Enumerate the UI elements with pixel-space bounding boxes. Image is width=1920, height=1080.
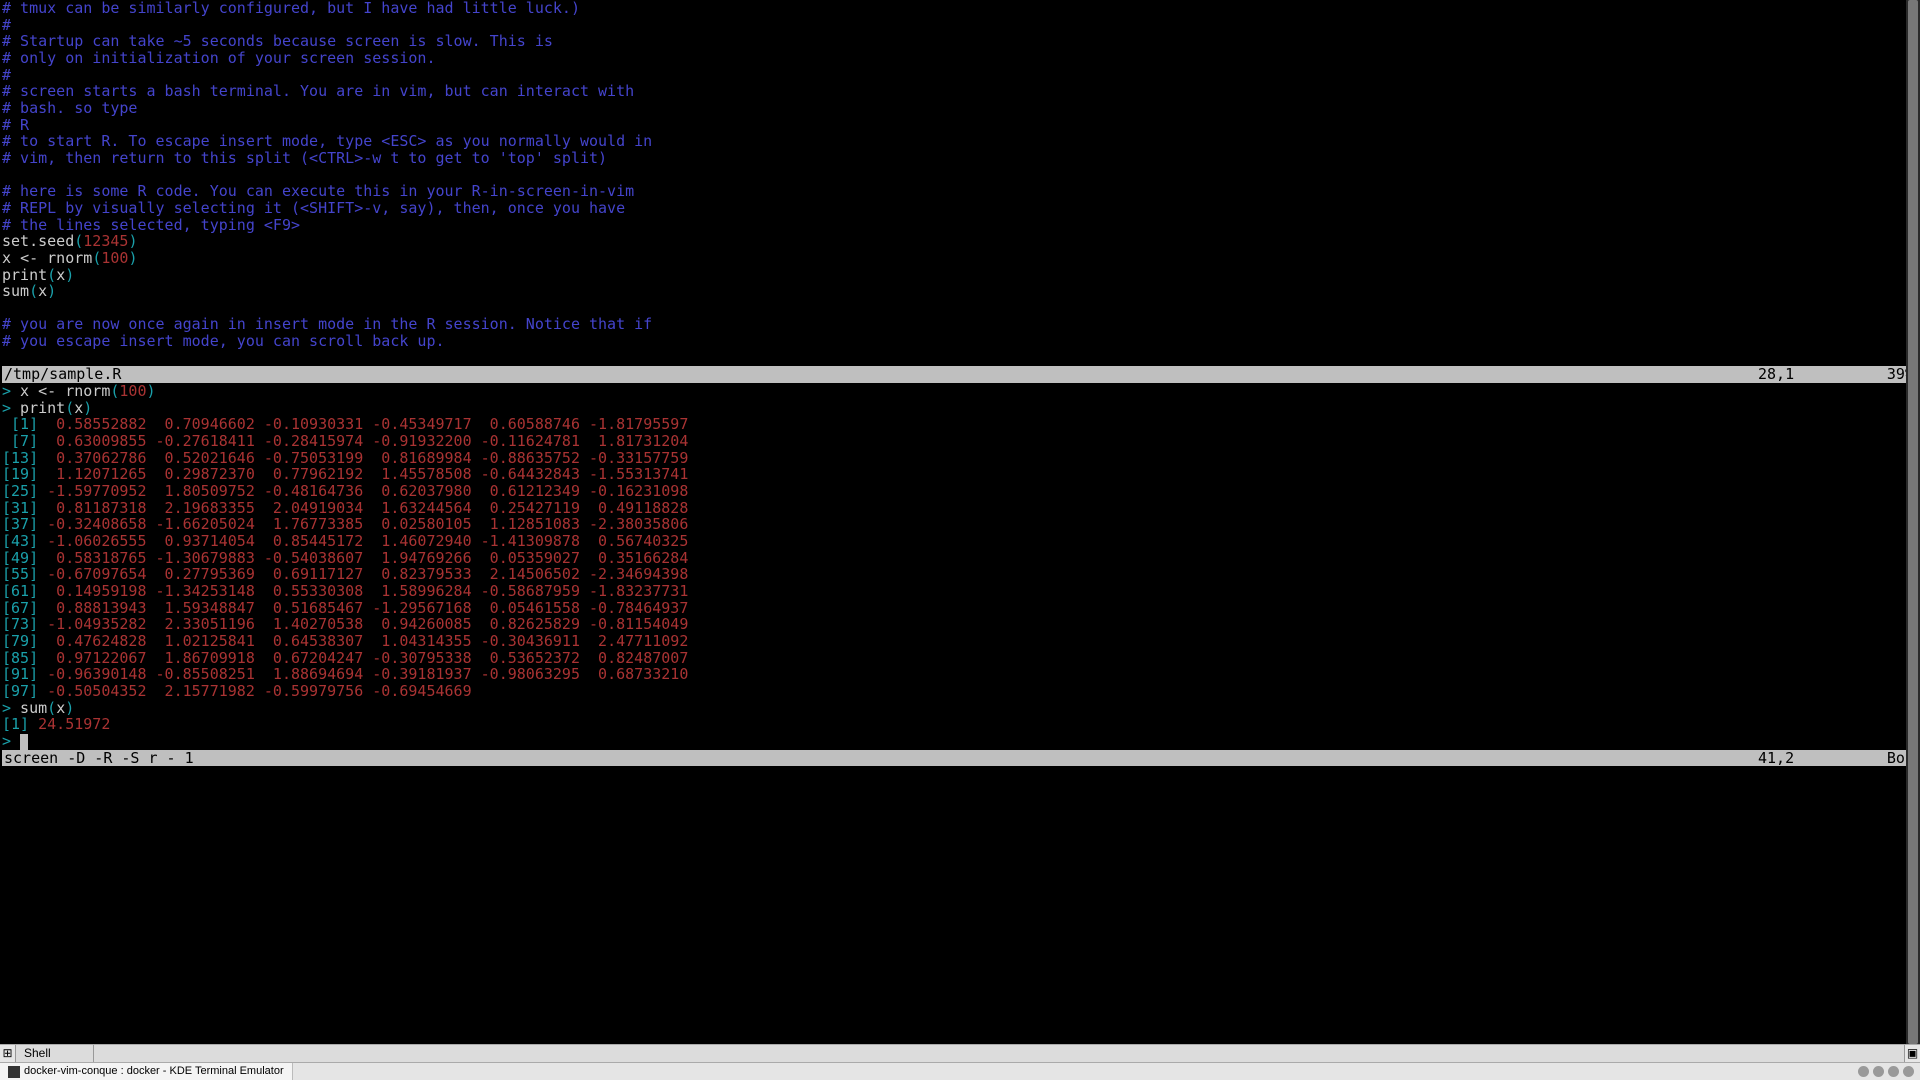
comment-line [2,300,1918,317]
r-output-row: [25] -1.59770952 1.80509752 -0.48164736 … [2,483,1918,500]
comment-line: # R [2,117,1918,134]
comment-line: # only on initialization of your screen … [2,50,1918,67]
status-rowcol: 41,2 [1758,750,1878,767]
code-line: print(x) [2,267,1918,284]
close-icon: ▣ [1907,1045,1918,1062]
r-output-row: [79] 0.47624828 1.02125841 0.64538307 1.… [2,633,1918,650]
r-output-row: [19] 1.12071265 0.29872370 0.77962192 1.… [2,466,1918,483]
comment-line: # here is some R code. You can execute t… [2,183,1918,200]
comment-line: # you escape insert mode, you can scroll… [2,333,1918,350]
r-output-row: [73] -1.04935282 2.33051196 1.40270538 0… [2,616,1918,633]
r-echo-line: > print(x) [2,400,1918,417]
konsole-tabbar: ⊞ ShellShell No. 6Shell No. 3Shell No. 4… [0,1044,1920,1062]
r-output-row: [55] -0.67097654 0.27795369 0.69117127 0… [2,566,1918,583]
comment-line: # bash. so type [2,100,1918,117]
comment-line: # Startup can take ~5 seconds because sc… [2,33,1918,50]
konsole-tab[interactable]: Shell [16,1045,94,1062]
comment-line: # [2,17,1918,34]
vim-status-bottom: screen -D -R -S r - 1 41,2 Bot [2,750,1918,767]
r-prompt-line[interactable]: > [2,733,1918,750]
status-filename: /tmp/sample.R [2,366,1758,383]
scrollbar-thumb[interactable] [1908,0,1918,1044]
r-echo-line: > x <- rnorm(100) [2,383,1918,400]
comment-line: # [2,67,1918,84]
comment-line: # vim, then return to this split (<CTRL>… [2,150,1918,167]
r-output-row: [13] 0.37062786 0.52021646 -0.75053199 0… [2,450,1918,467]
blank-region [2,766,1918,786]
terminal-app-icon [8,1066,20,1078]
r-echo-line: > sum(x) [2,700,1918,717]
r-output-row: [37] -0.32408658 -1.66205024 1.76773385 … [2,516,1918,533]
r-output-row: [43] -1.06026555 0.93714054 0.85445172 1… [2,533,1918,550]
close-tab-button[interactable]: ▣ [1904,1045,1920,1062]
vim-status-top: /tmp/sample.R 28,1 39% [2,366,1918,383]
code-line: set.seed(12345) [2,233,1918,250]
tray-icon[interactable] [1873,1066,1884,1077]
comment-line: # you are now once again in insert mode … [2,316,1918,333]
code-line: sum(x) [2,283,1918,300]
terminal-body[interactable]: # tmux can be similarly configured, but … [0,0,1920,1044]
tabbar-spacer [94,1045,1904,1062]
cursor-block-icon [20,734,28,750]
new-tab-button[interactable]: ⊞ [0,1045,16,1062]
r-output-row: [97] -0.50504352 2.15771982 -0.59979756 … [2,683,1918,700]
taskbar-app-title: docker-vim-conque : docker - KDE Termina… [24,1063,284,1080]
blank-line [2,350,1918,367]
r-output-row: [85] 0.97122067 1.86709918 0.67204247 -0… [2,650,1918,667]
comment-line: # tmux can be similarly configured, but … [2,0,1918,17]
tray-icon[interactable] [1858,1066,1869,1077]
comment-line [2,167,1918,184]
r-output-row: [67] 0.88813943 1.59348847 0.51685467 -1… [2,600,1918,617]
status-cmd: screen -D -R -S r - 1 [2,750,1758,767]
kde-taskbar: docker-vim-conque : docker - KDE Termina… [0,1062,1920,1080]
tray-icon[interactable] [1888,1066,1899,1077]
r-output-row: [61] 0.14959198 -1.34253148 0.55330308 1… [2,583,1918,600]
plus-icon: ⊞ [2,1045,12,1062]
r-output-row: [91] -0.96390148 -0.85508251 1.88694694 … [2,666,1918,683]
r-output-row: [1] 0.58552882 0.70946602 -0.10930331 -0… [2,416,1918,433]
r-output-row: [49] 0.58318765 -1.30679883 -0.54038607 … [2,550,1918,567]
taskbar-app-button[interactable]: docker-vim-conque : docker - KDE Termina… [0,1063,293,1080]
terminal-window: # tmux can be similarly configured, but … [0,0,1920,1080]
r-result-line: [1] 24.51972 [2,716,1918,733]
comment-line: # to start R. To escape insert mode, typ… [2,133,1918,150]
comment-line: # the lines selected, typing <F9> [2,217,1918,234]
terminal-scrollbar[interactable] [1906,0,1920,1044]
code-line: x <- rnorm(100) [2,250,1918,267]
system-tray [1858,1066,1920,1077]
r-output-row: [7] 0.63009855 -0.27618411 -0.28415974 -… [2,433,1918,450]
r-output-row: [31] 0.81187318 2.19683355 2.04919034 1.… [2,500,1918,517]
status-rowcol: 28,1 [1758,366,1878,383]
comment-line: # screen starts a bash terminal. You are… [2,83,1918,100]
tray-icon[interactable] [1903,1066,1914,1077]
comment-line: # REPL by visually selecting it (<SHIFT>… [2,200,1918,217]
